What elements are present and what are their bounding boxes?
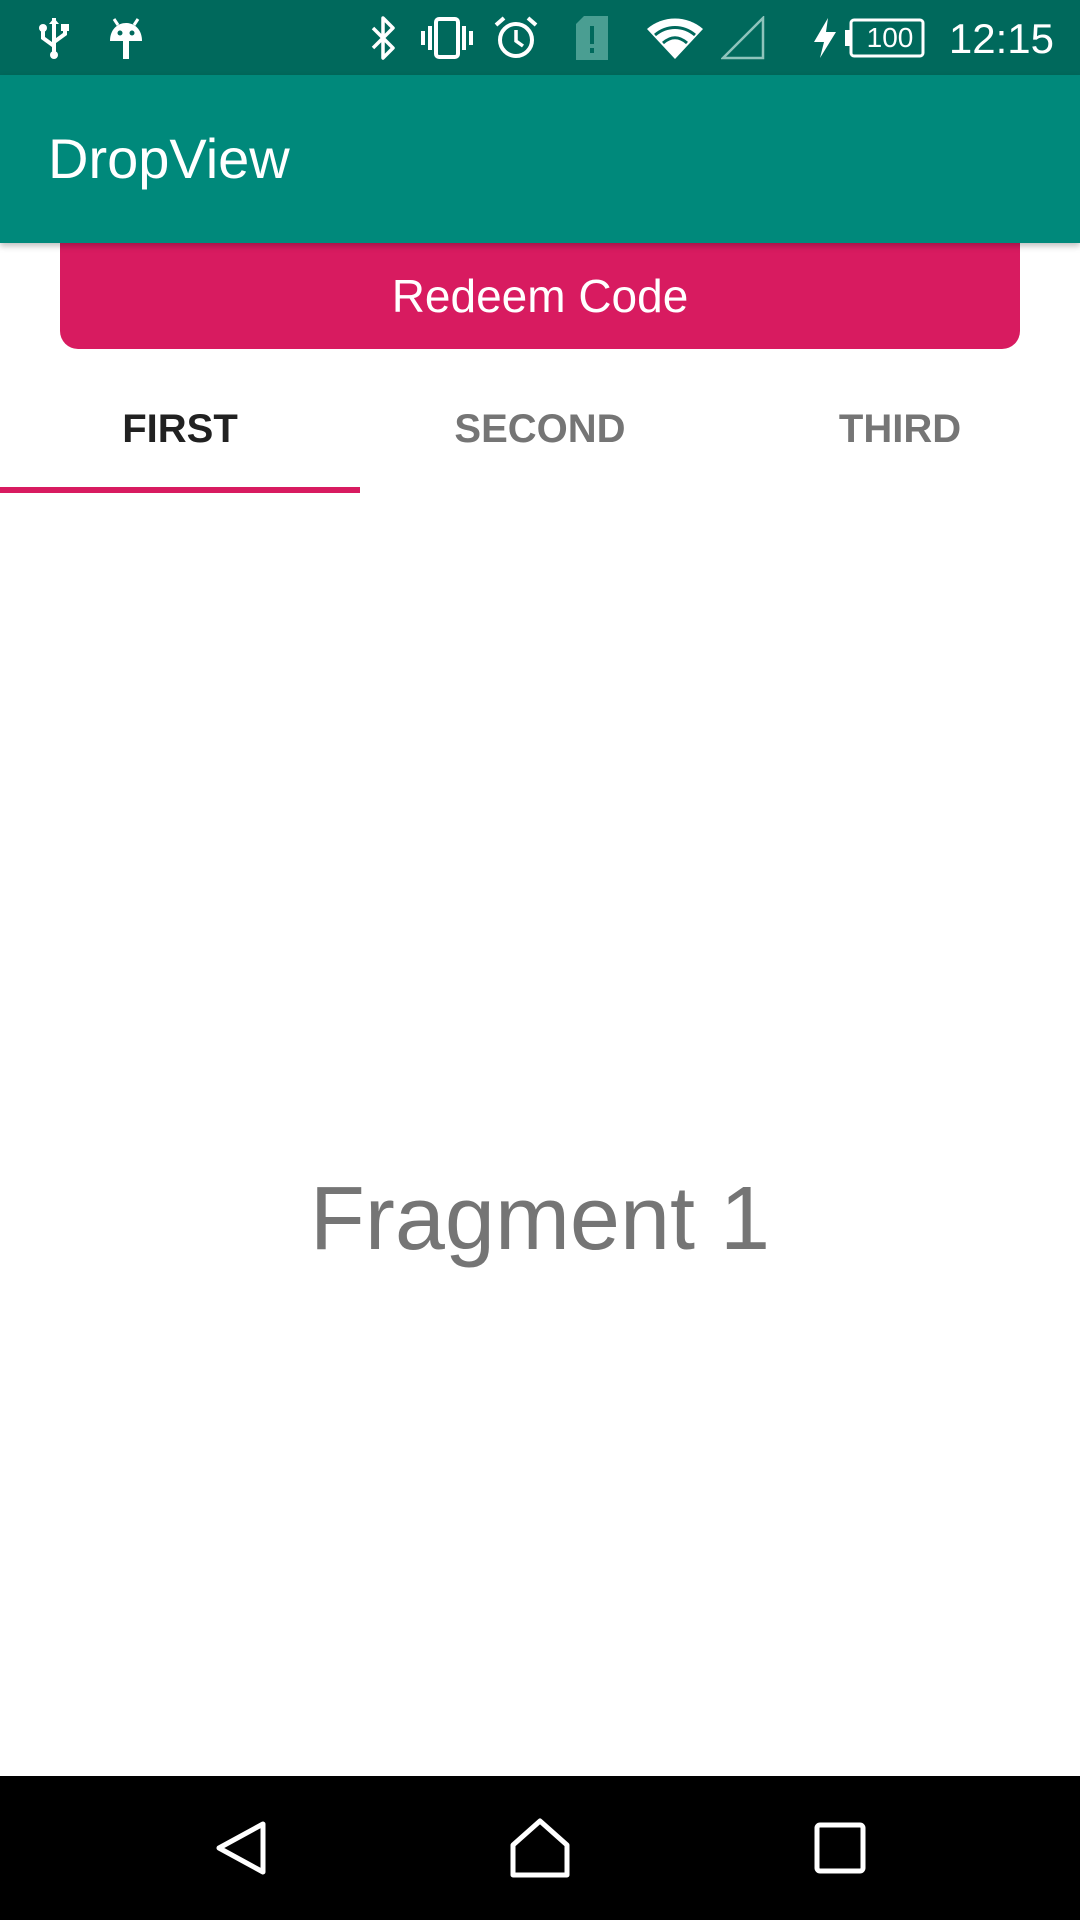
- home-icon[interactable]: [480, 1776, 600, 1920]
- tab-third[interactable]: THIRD: [720, 365, 1080, 493]
- back-icon[interactable]: [181, 1776, 301, 1920]
- charging-icon: [810, 0, 840, 75]
- status-time: 12:15: [948, 15, 1054, 62]
- redeem-code-button[interactable]: Redeem Code: [60, 243, 1020, 349]
- usb-icon: [32, 0, 76, 75]
- app-bar: DropView: [0, 75, 1080, 243]
- fragment-text: Fragment 1: [309, 1169, 771, 1269]
- tab-first[interactable]: FIRST: [0, 365, 360, 493]
- sim-alert-icon: [572, 0, 612, 75]
- battery-icon: 100: [842, 0, 926, 75]
- android-debug-icon: [104, 0, 148, 75]
- bluetooth-icon: [366, 0, 402, 75]
- screen: 100 12:15 DropView Redeem Code FIRST SEC…: [0, 0, 1080, 1920]
- navigation-bar: [0, 1776, 1080, 1920]
- tab-first-label: FIRST: [122, 406, 238, 451]
- redeem-code-label: Redeem Code: [391, 270, 689, 322]
- vibrate-icon: [418, 0, 476, 75]
- alarm-icon: [492, 0, 540, 75]
- app-title: DropView: [48, 127, 290, 190]
- wifi-icon: [644, 0, 706, 75]
- tab-second-label: SECOND: [454, 406, 626, 451]
- status-bar: 100 12:15: [0, 0, 1080, 75]
- tab-bar: FIRST SECOND THIRD: [0, 365, 1080, 493]
- fragment-container: Fragment 1: [0, 493, 1080, 1776]
- recents-icon[interactable]: [780, 1776, 900, 1920]
- battery-level: 100: [866, 21, 914, 53]
- cell-signal-icon: [720, 0, 766, 75]
- tab-third-label: THIRD: [838, 406, 962, 451]
- tab-second[interactable]: SECOND: [360, 365, 720, 493]
